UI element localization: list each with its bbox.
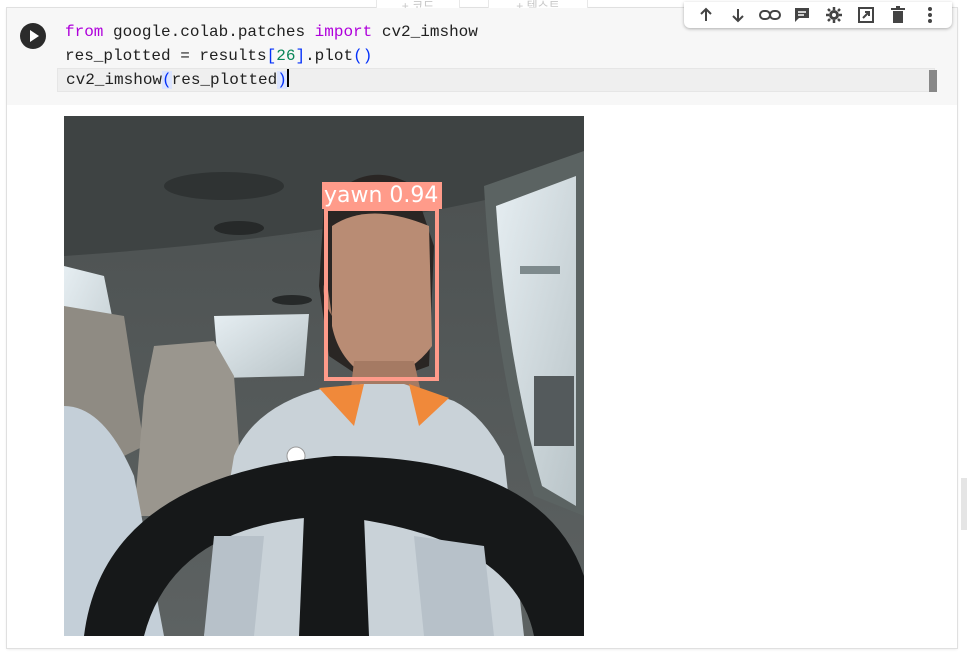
paren-open-matched: ( xyxy=(162,71,172,89)
detection-label: yawn 0.94 xyxy=(322,182,443,209)
cell-toolbar xyxy=(684,2,952,28)
code-editor[interactable]: from google.colab.patches import cv2_ims… xyxy=(57,20,945,93)
keyword-import: import xyxy=(314,23,373,41)
cell-output: yawn 0.94 xyxy=(7,105,957,648)
bracket-open: [ xyxy=(266,47,277,65)
paren-close-matched: ) xyxy=(277,71,287,89)
more-vert-icon[interactable] xyxy=(919,5,941,25)
code-line-3-active[interactable]: cv2_imshow(res_plotted) xyxy=(57,68,935,92)
method-name: .plot xyxy=(305,47,354,65)
code-line-1: from google.colab.patches import cv2_ims… xyxy=(57,20,478,44)
text-caret xyxy=(286,69,289,87)
comment-icon[interactable] xyxy=(791,5,813,25)
assign-text: res_plotted = results xyxy=(65,47,267,65)
delete-icon[interactable] xyxy=(887,5,909,25)
detection-bounding-box xyxy=(324,207,439,381)
link-icon[interactable] xyxy=(759,5,781,25)
function-name: cv2_imshow xyxy=(66,71,163,89)
mirror-cell-icon[interactable] xyxy=(855,5,877,25)
paren-open: ( xyxy=(353,47,363,65)
paren-close: ) xyxy=(362,47,373,65)
imported-name: cv2_imshow xyxy=(372,23,478,41)
gear-icon[interactable] xyxy=(823,5,845,25)
code-cell[interactable]: + 코드 + 텍스트 from google.colab.patches imp… xyxy=(7,0,957,648)
page-scrollbar-thumb[interactable] xyxy=(961,478,967,530)
keyword-from: from xyxy=(65,23,104,41)
arrow-down-icon[interactable] xyxy=(727,5,749,25)
run-cell-button[interactable] xyxy=(20,23,46,49)
argument-name: res_plotted xyxy=(171,71,278,89)
code-line-2: res_plotted = results[26].plot() xyxy=(57,44,372,68)
bracket-close: ] xyxy=(295,47,306,65)
index-number: 26 xyxy=(276,47,296,65)
output-image: yawn 0.94 xyxy=(64,116,584,636)
editor-scroll-indicator[interactable] xyxy=(929,70,937,92)
arrow-up-icon[interactable] xyxy=(695,5,717,25)
module-name: google.colab.patches xyxy=(103,23,315,41)
